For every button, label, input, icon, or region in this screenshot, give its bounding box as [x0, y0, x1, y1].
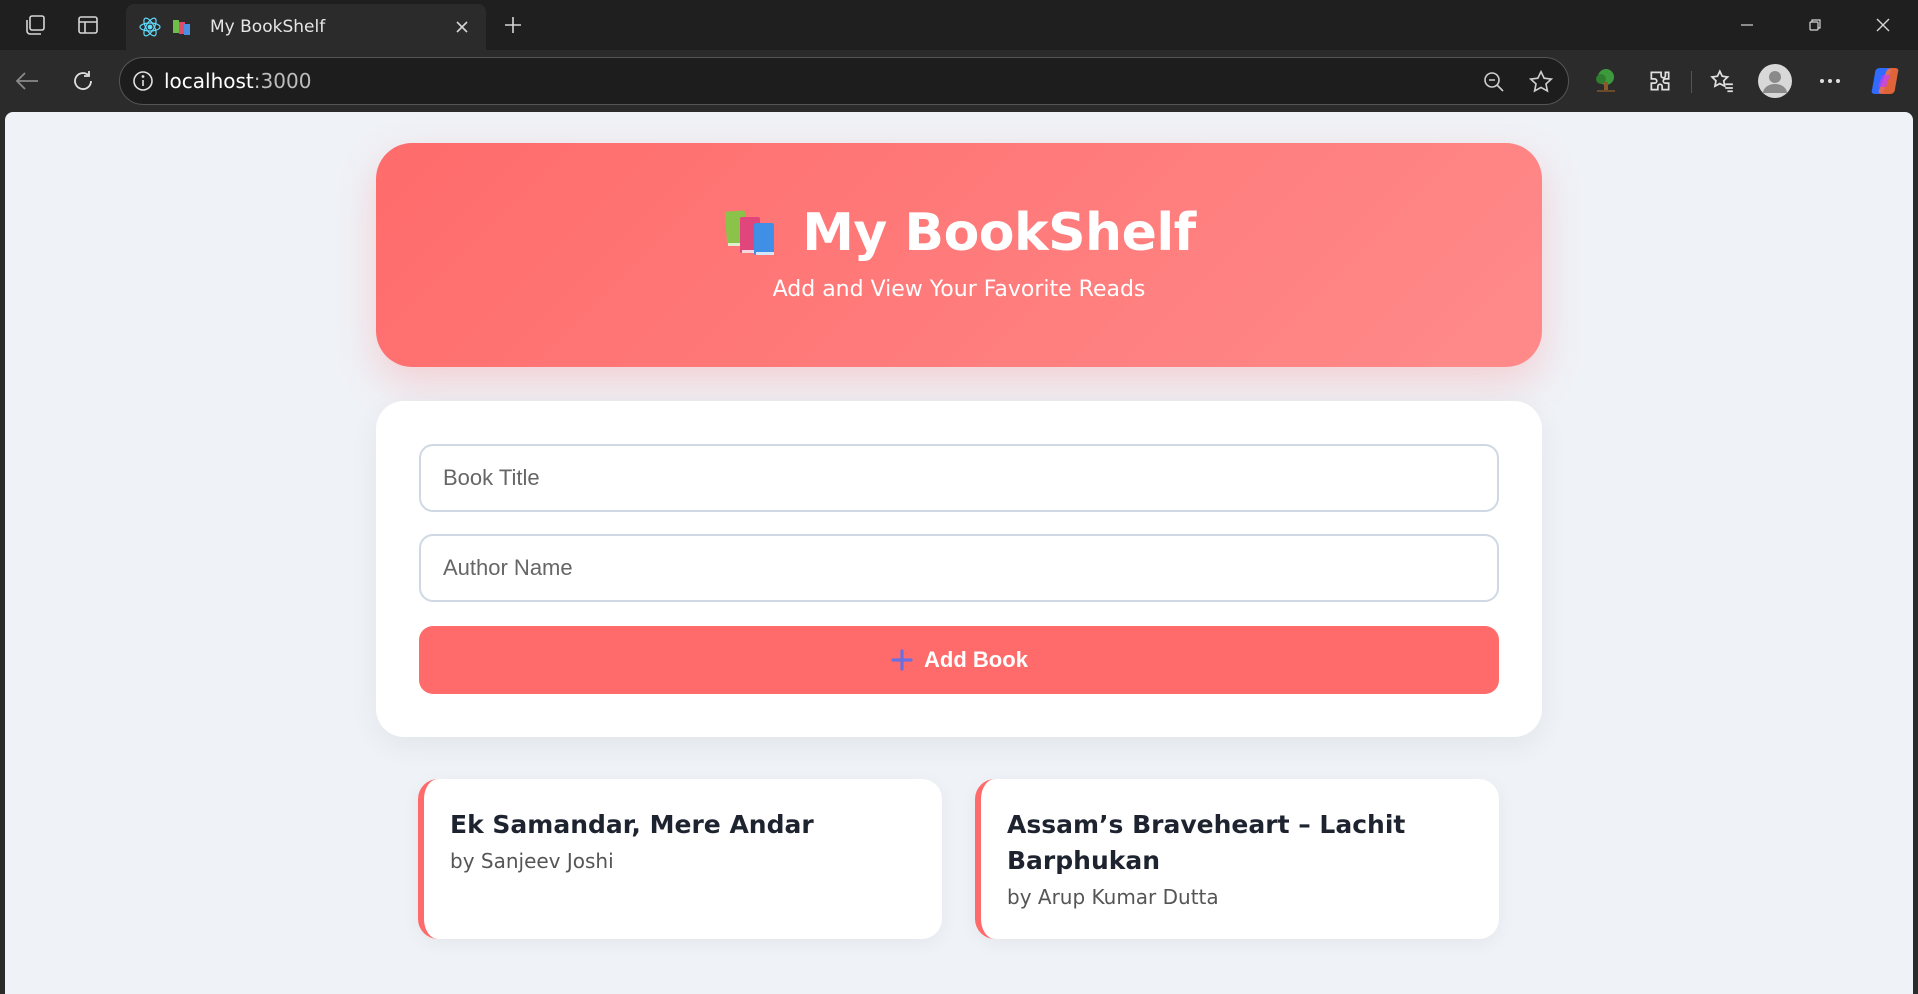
book-title: Assam’s Braveheart – Lachit Barphukan — [1007, 810, 1406, 875]
workspaces-icon[interactable] — [18, 8, 52, 42]
tab-close-icon[interactable] — [450, 15, 474, 39]
react-icon — [138, 15, 162, 39]
restore-icon[interactable] — [1798, 8, 1832, 42]
tab-title: My BookShelf — [210, 17, 326, 37]
page-subtitle: Add and View Your Favorite Reads — [772, 276, 1146, 302]
header-banner: My BookShelf Add and View Your Favorite … — [376, 143, 1542, 367]
book-title-input[interactable] — [419, 444, 1499, 512]
header-title-row: My BookShelf — [722, 203, 1196, 263]
more-options-icon[interactable] — [1813, 64, 1847, 98]
plus-icon — [890, 648, 914, 672]
add-book-button[interactable]: Add Book — [419, 626, 1499, 694]
new-tab-icon[interactable] — [496, 8, 530, 42]
back-arrow-icon[interactable] — [10, 64, 44, 98]
book-author: by Arup Kumar Dutta — [1007, 885, 1219, 909]
browser-tab-active[interactable]: My BookShelf — [126, 4, 486, 50]
reload-icon[interactable] — [66, 64, 100, 98]
book-author: by Sanjeev Joshi — [450, 849, 614, 873]
browser-toolbar: localhost:3000 — [0, 50, 1918, 112]
books-icon — [722, 207, 780, 259]
page-title: My BookShelf — [802, 202, 1196, 263]
close-window-icon[interactable] — [1866, 8, 1900, 42]
page-viewport: My BookShelf Add and View Your Favorite … — [5, 112, 1913, 994]
url-port: :3000 — [253, 69, 312, 93]
add-book-form: Add Book — [376, 401, 1542, 737]
url-host: localhost — [164, 69, 254, 93]
favorite-star-icon[interactable] — [1528, 69, 1554, 95]
profile-avatar[interactable] — [1758, 64, 1792, 98]
book-card: Assam’s Braveheart – Lachit Barphukan by… — [975, 779, 1499, 939]
extensions-icon[interactable] — [1643, 64, 1677, 98]
minimize-icon[interactable] — [1730, 8, 1764, 42]
browser-tabstrip: My BookShelf — [0, 0, 1918, 50]
add-book-button-label: Add Book — [924, 647, 1028, 672]
book-card: Ek Samandar, Mere Andar by Sanjeev Joshi — [418, 779, 942, 939]
copilot-icon[interactable] — [1868, 64, 1902, 98]
books-favicon-icon — [170, 15, 194, 39]
toolbar-divider — [1691, 71, 1692, 93]
author-name-input[interactable] — [419, 534, 1499, 602]
tab-actions-icon[interactable] — [71, 8, 105, 42]
zoom-out-icon[interactable] — [1482, 70, 1506, 94]
favorites-icon[interactable] — [1705, 64, 1739, 98]
site-info-icon[interactable] — [132, 70, 154, 92]
tree-extension-icon[interactable] — [1589, 64, 1623, 98]
address-bar[interactable]: localhost:3000 — [119, 57, 1569, 105]
book-title: Ek Samandar, Mere Andar — [450, 810, 814, 839]
